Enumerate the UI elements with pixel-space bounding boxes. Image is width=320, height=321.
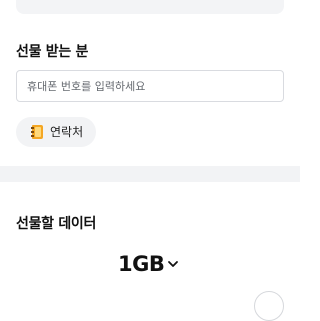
- address-book-icon: [31, 125, 43, 139]
- recipient-section-title: 선물 받는 분: [16, 44, 89, 60]
- gift-data-section-title: 선물할 데이터: [16, 216, 97, 232]
- stepper-button[interactable]: [254, 291, 284, 321]
- previous-section-field: [16, 0, 284, 14]
- data-amount-value: 1GB: [118, 252, 165, 276]
- data-amount-select[interactable]: 1GB: [118, 252, 179, 276]
- phone-number-input[interactable]: [16, 70, 284, 102]
- contacts-button[interactable]: 연락처: [16, 117, 97, 147]
- chevron-down-icon: [168, 261, 179, 267]
- contacts-button-label: 연락처: [50, 125, 84, 139]
- section-divider: [0, 166, 300, 182]
